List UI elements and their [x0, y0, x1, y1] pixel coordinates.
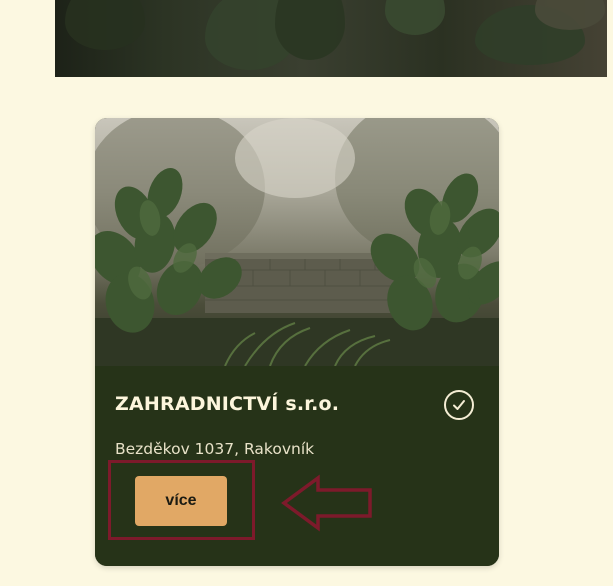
pointer-arrow-icon [281, 474, 372, 532]
business-name: ZAHRADNICTVÍ s.r.o. [115, 393, 340, 415]
business-address: Bezděkov 1037, Rakovník [115, 440, 315, 458]
garden-image [95, 118, 499, 366]
highlight-box [108, 460, 255, 540]
check-circle-icon [444, 390, 474, 420]
top-banner-image [55, 0, 607, 77]
